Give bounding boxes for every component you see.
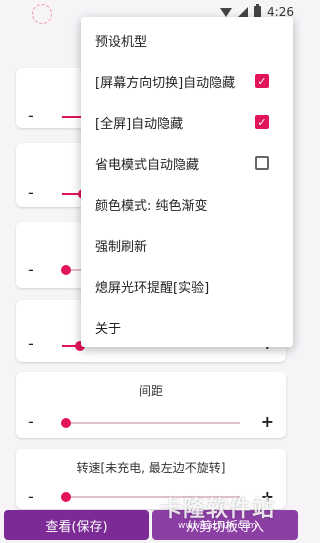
menu-item-preset-model[interactable]: 预设机型 (95, 20, 283, 60)
menu-item-powersave-autohide[interactable]: 省电模式自动隐藏 (95, 143, 283, 183)
menu-item-label: [全屏]自动隐藏 (95, 116, 184, 132)
menu-item-orientation-autohide[interactable]: [屏幕方向切换]自动隐藏 ✓ (95, 61, 283, 101)
decrease-button[interactable]: - (28, 412, 34, 431)
slider-card-spacing: 间距 - + (16, 372, 286, 438)
halo-ring-icon (32, 4, 52, 24)
menu-item-label: 颜色模式: 纯色渐变 (95, 198, 208, 214)
watermark-url: www.kazhun.com (178, 521, 257, 531)
slider-thumb[interactable] (60, 492, 71, 502)
menu-item-fullscreen-autohide[interactable]: [全屏]自动隐藏 ✓ (95, 102, 283, 142)
menu-item-label: 省电模式自动隐藏 (95, 157, 200, 173)
slider-title: 间距 (138, 384, 163, 398)
menu-item-label: 强制刷新 (95, 239, 148, 255)
decrease-button[interactable]: - (28, 334, 34, 353)
watermark-logo: 卡隆软件站 (160, 497, 276, 522)
save-button[interactable]: 查看(保存) (4, 510, 149, 540)
slider-thumb[interactable] (60, 265, 71, 275)
menu-item-label: 预设机型 (95, 34, 148, 50)
decrease-button[interactable]: - (28, 487, 34, 506)
menu-item-about[interactable]: 关于 (95, 307, 283, 347)
menu-item-screen-off-halo[interactable]: 熄屏光环提醒[实验] (95, 266, 283, 306)
checkbox-checked-icon[interactable]: ✓ (255, 74, 269, 88)
overflow-menu: 预设机型 [屏幕方向切换]自动隐藏 ✓ [全屏]自动隐藏 ✓ 省电模式自动隐藏 … (81, 17, 293, 347)
menu-item-label: 熄屏光环提醒[实验] (95, 280, 210, 296)
decrease-button[interactable]: - (28, 183, 34, 202)
increase-button[interactable]: + (261, 412, 274, 431)
checkbox-unchecked-icon[interactable] (255, 156, 269, 170)
signal-icon (238, 7, 249, 17)
menu-item-force-refresh[interactable]: 强制刷新 (95, 225, 283, 265)
checkbox-checked-icon[interactable]: ✓ (255, 115, 269, 129)
menu-item-label: [屏幕方向切换]自动隐藏 (95, 75, 236, 91)
slider-track[interactable] (60, 418, 240, 428)
decrease-button[interactable]: - (28, 106, 34, 125)
wifi-icon (220, 7, 233, 17)
decrease-button[interactable]: - (28, 260, 34, 279)
menu-item-color-mode[interactable]: 颜色模式: 纯色渐变 (95, 184, 283, 224)
slider-title: 转速[未充电, 最左边不旋转] (76, 461, 226, 475)
slider-thumb[interactable] (60, 418, 71, 428)
menu-item-label: 关于 (95, 321, 122, 337)
